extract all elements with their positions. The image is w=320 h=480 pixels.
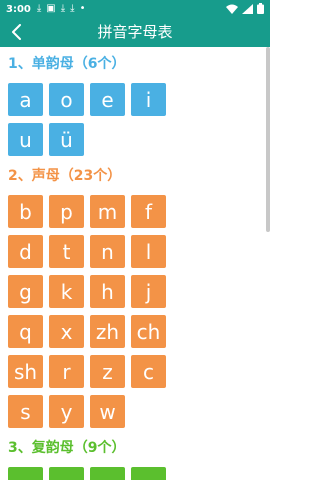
notification-icons: ⤓ ▣ ⤓ ⤓ • xyxy=(37,4,86,14)
pinyin-content: 1、单韵母（6个） a o e i u ü 2、声母（23个） b p m f d t n l g k h j q x zh… xyxy=(0,47,270,480)
pinyin-tile[interactable] xyxy=(131,467,166,480)
pinyin-tile[interactable]: c xyxy=(131,355,166,388)
pinyin-tile[interactable]: l xyxy=(131,235,166,268)
pinyin-tile[interactable]: e xyxy=(90,83,125,116)
pinyin-tile[interactable]: n xyxy=(90,235,125,268)
pinyin-tile[interactable] xyxy=(8,467,43,480)
pinyin-tile[interactable]: s xyxy=(8,395,43,428)
pinyin-tile[interactable]: o xyxy=(49,83,84,116)
page-title: 拼音字母表 xyxy=(97,23,173,41)
pinyin-tile[interactable]: a xyxy=(8,83,43,116)
system-icons xyxy=(226,3,264,14)
pinyin-tile[interactable]: m xyxy=(90,195,125,228)
pinyin-tile[interactable]: p xyxy=(49,195,84,228)
download-icon: ⤓ xyxy=(70,3,75,14)
photo-icon: ▣ xyxy=(46,3,56,14)
pinyin-tile[interactable]: k xyxy=(49,275,84,308)
pinyin-tile[interactable]: h xyxy=(90,275,125,308)
pinyin-tile[interactable]: q xyxy=(8,315,43,348)
signal-icon xyxy=(242,3,253,14)
pinyin-tile[interactable]: w xyxy=(90,395,125,428)
pinyin-tile[interactable]: x xyxy=(49,315,84,348)
download-icon: ⤓ xyxy=(36,3,42,14)
pinyin-tile[interactable]: d xyxy=(8,235,43,268)
pinyin-tile[interactable]: f xyxy=(131,195,166,228)
pinyin-tile[interactable]: j xyxy=(131,275,166,308)
section-title: 3、复韵母（9个） xyxy=(8,440,126,456)
pinyin-tile[interactable] xyxy=(49,467,84,480)
pinyin-tile[interactable]: g xyxy=(8,275,43,308)
pinyin-tile[interactable]: i xyxy=(131,83,166,116)
status-bar: 3:00 ⤓ ▣ ⤓ ⤓ • xyxy=(0,0,270,18)
pinyin-tile[interactable]: z xyxy=(90,355,125,388)
pinyin-tile[interactable]: r xyxy=(49,355,84,388)
pinyin-tile[interactable]: u xyxy=(8,123,43,156)
pinyin-tile[interactable]: sh xyxy=(8,355,43,388)
app-bar: 拼音字母表 xyxy=(0,18,270,47)
scrollbar[interactable] xyxy=(266,47,270,232)
battery-icon xyxy=(257,3,264,14)
pinyin-tile[interactable]: t xyxy=(49,235,84,268)
section-title: 2、声母（23个） xyxy=(8,168,122,184)
wifi-icon xyxy=(226,4,238,14)
pinyin-tile[interactable]: y xyxy=(49,395,84,428)
pinyin-tile[interactable]: ü xyxy=(49,123,84,156)
pinyin-tile[interactable]: ch xyxy=(131,315,166,348)
pinyin-tile[interactable] xyxy=(90,467,125,480)
pinyin-tile[interactable]: zh xyxy=(90,315,125,348)
status-time: 3:00 xyxy=(6,3,31,15)
pinyin-tile[interactable]: b xyxy=(8,195,43,228)
dot-icon: • xyxy=(79,3,86,14)
section-title: 1、单韵母（6个） xyxy=(8,56,126,72)
download-icon: ⤓ xyxy=(60,3,66,14)
